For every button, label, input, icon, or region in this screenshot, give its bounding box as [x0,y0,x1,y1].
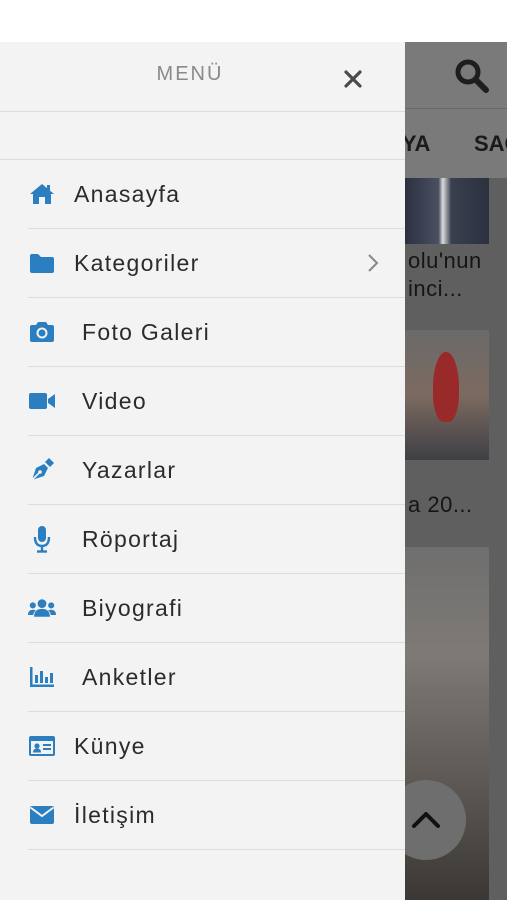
menu-item-label: İletişim [74,801,156,828]
menu-item-video[interactable]: Video [28,367,405,436]
menu-list: Anasayfa Kategoriler Foto Galeri Video Y… [28,160,405,850]
tab-category[interactable]: SAG [474,131,507,157]
menu-item-label: Röportaj [82,525,180,552]
menu-item-biyografi[interactable]: Biyografi [28,574,405,643]
close-icon [344,70,362,88]
news-title[interactable]: inci... [408,276,463,302]
menu-item-label: Foto Galeri [82,318,211,345]
pen-icon [28,456,56,484]
home-icon [28,180,56,208]
menu-item-iletisim[interactable]: İletişim [28,781,405,850]
status-bar [0,0,507,42]
news-thumbnail[interactable] [405,178,489,244]
menu-item-label: Biyografi [82,594,184,621]
menu-item-kategoriler[interactable]: Kategoriler [28,229,405,298]
folder-icon [28,249,56,277]
menu-item-kunye[interactable]: Künye [28,712,405,781]
search-icon[interactable] [452,56,492,96]
news-title[interactable]: olu'nun [408,248,482,274]
chevron-right-icon [368,254,379,272]
menu-item-label: Anketler [82,663,177,690]
flag-image [433,352,459,422]
menu-header: MENÜ [0,42,405,112]
menu-item-label: Anasayfa [74,180,181,207]
news-title[interactable]: a 20... [408,492,473,518]
side-menu-drawer: MENÜ Anasayfa Kategoriler Foto Galeri Vi… [0,42,405,900]
microphone-icon [28,525,56,553]
users-icon [28,594,56,622]
menu-item-label: Video [82,387,147,414]
close-menu-button[interactable] [340,66,366,92]
menu-item-label: Kategoriler [74,249,200,276]
menu-title: MENÜ [156,63,224,85]
menu-item-label: Yazarlar [82,456,177,483]
bar-chart-icon [28,663,56,691]
menu-item-roportaj[interactable]: Röportaj [28,505,405,574]
menu-item-anketler[interactable]: Anketler [28,643,405,712]
menu-item-yazarlar[interactable]: Yazarlar [28,436,405,505]
id-card-icon [28,732,56,760]
video-camera-icon [28,387,56,415]
menu-item-anasayfa[interactable]: Anasayfa [28,160,405,229]
chevron-up-icon [412,812,440,828]
menu-item-foto-galeri[interactable]: Foto Galeri [28,298,405,367]
menu-spacer [0,112,405,160]
camera-icon [28,318,56,346]
menu-item-label: Künye [74,732,146,759]
envelope-icon [28,801,56,829]
